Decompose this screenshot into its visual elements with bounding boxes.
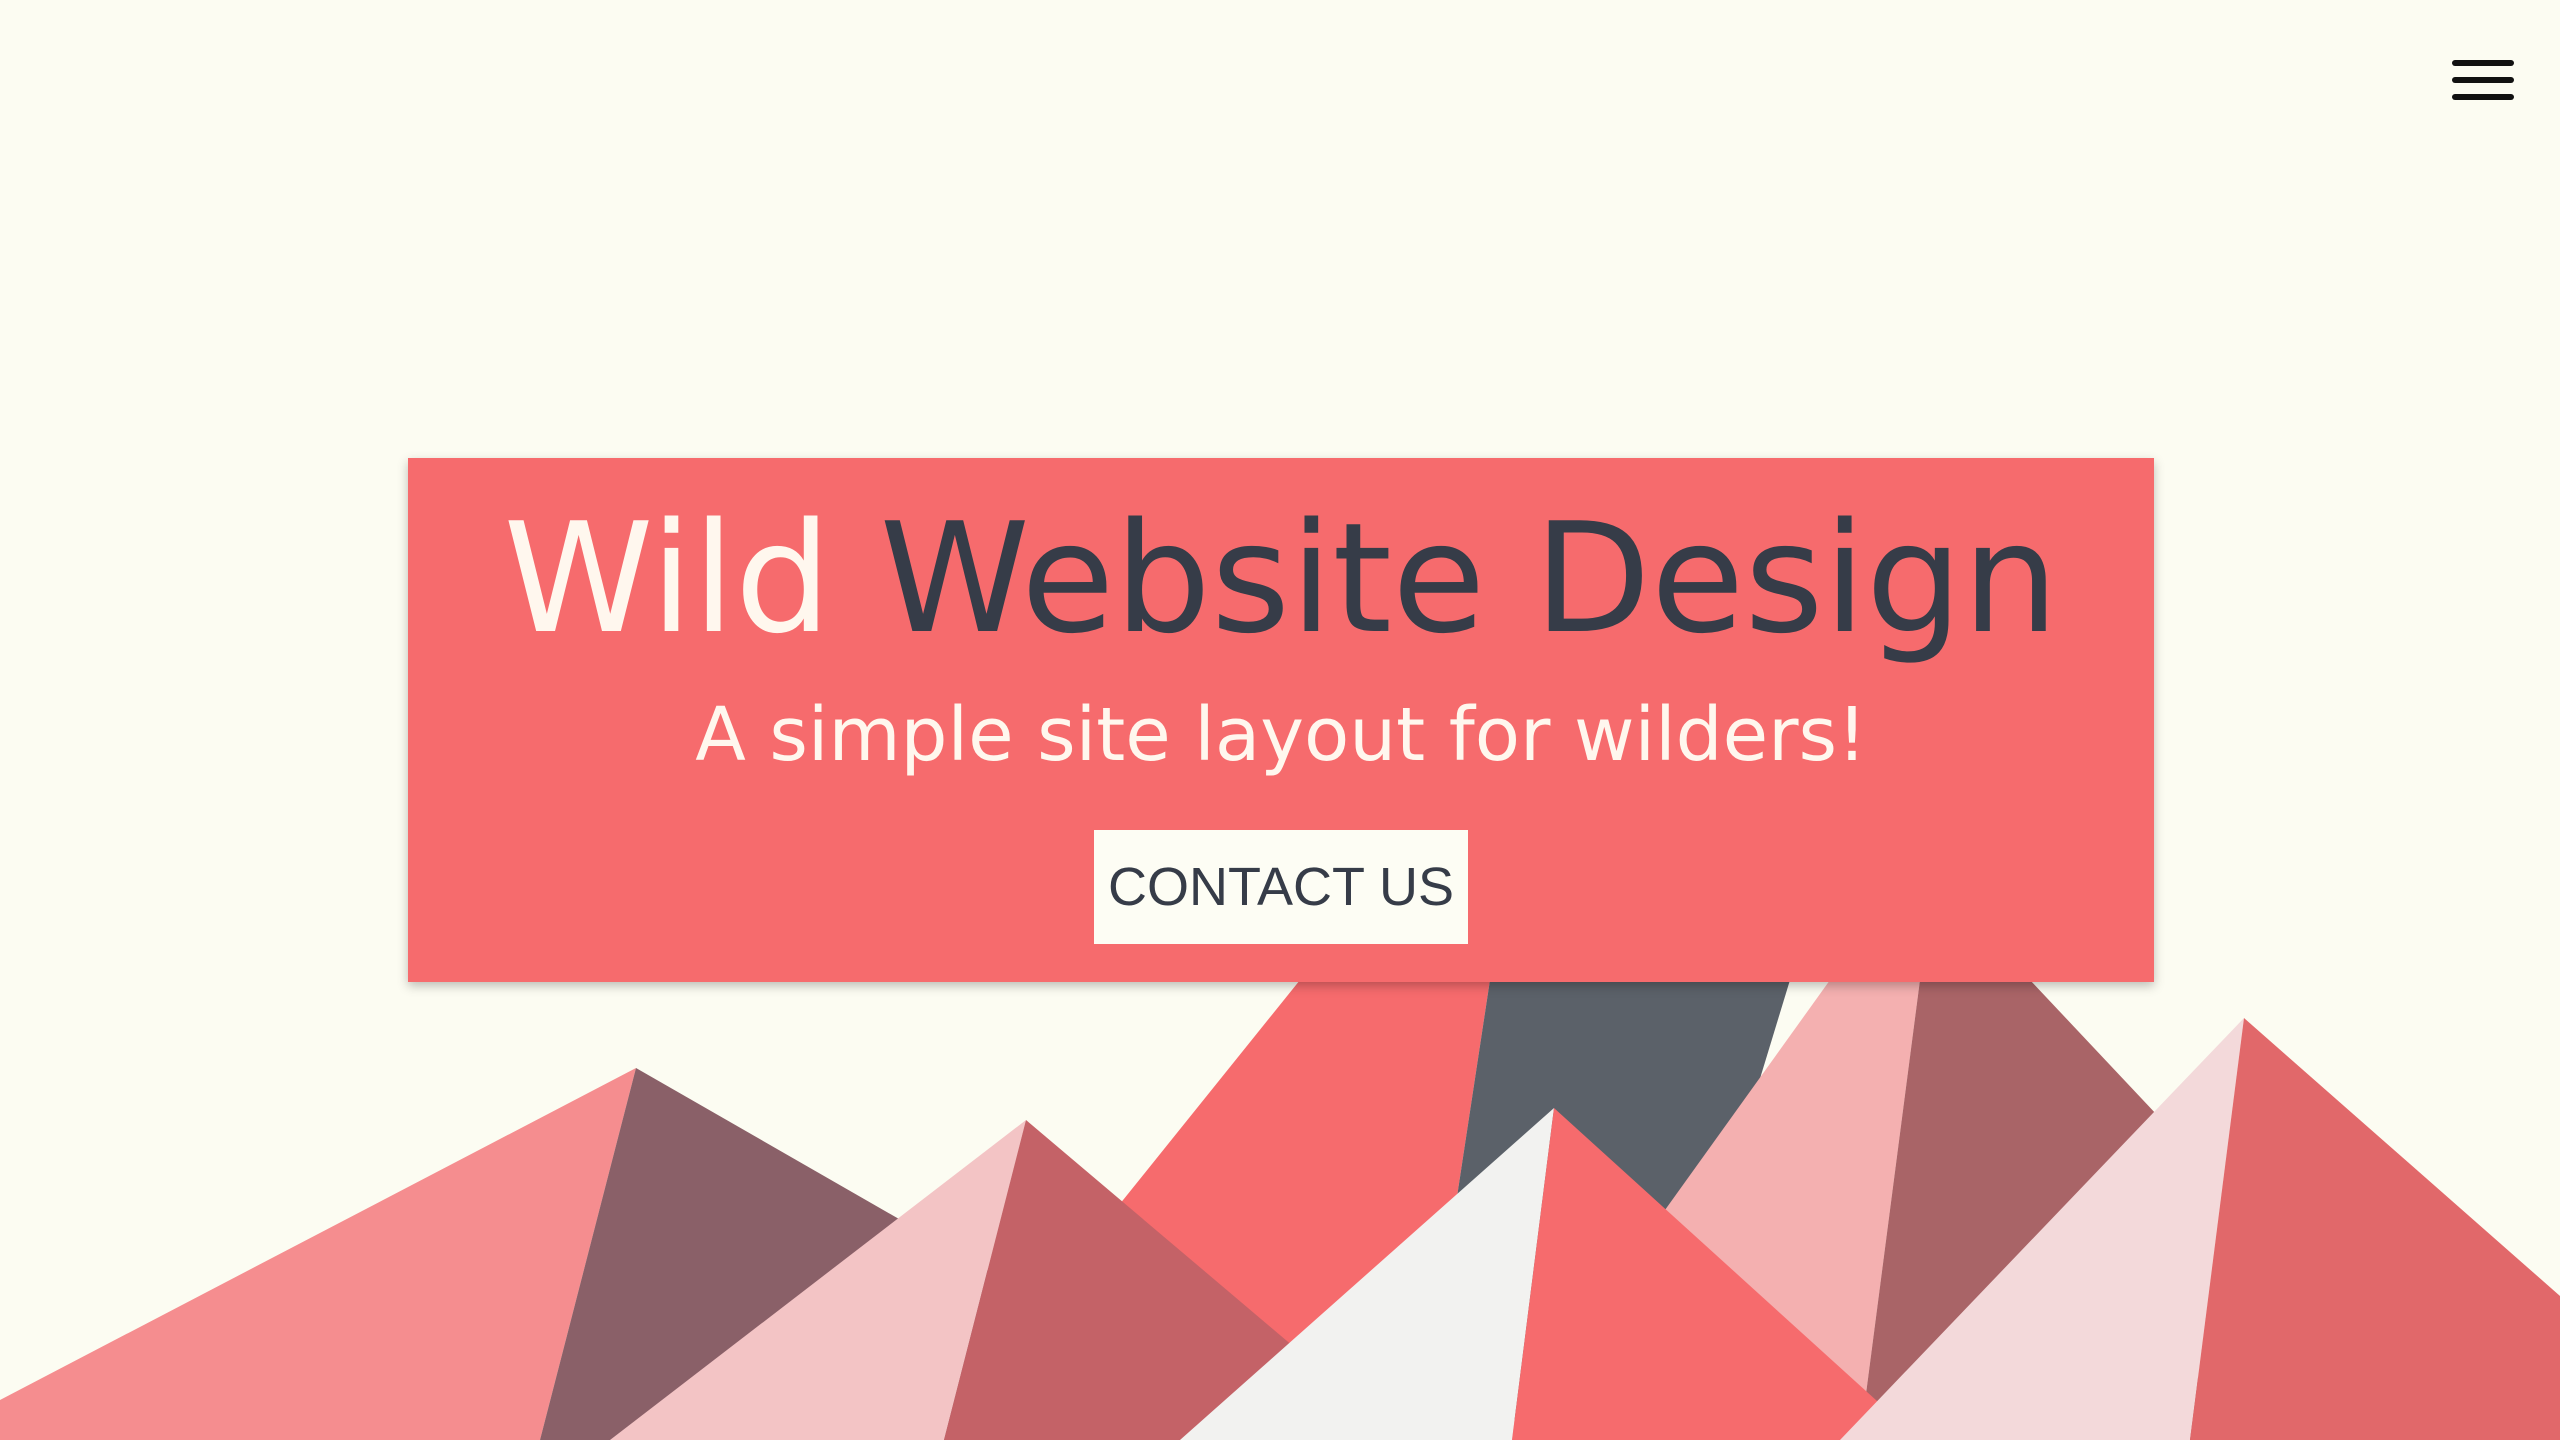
mountain-back-light-pink [1500,980,1920,1440]
menu-line-top [2452,60,2514,66]
mountain-center-coral [1512,1108,1920,1440]
mountain-back-coral [930,980,1490,1440]
mountain-center-white [1180,1108,1554,1440]
hero-title-rest: Website Design [879,490,2059,667]
mountain-right-pale [1840,1018,2244,1440]
hamburger-menu-icon[interactable] [2448,56,2518,110]
menu-line-middle [2452,77,2514,83]
mountain-back-dark [1420,980,1790,1440]
menu-line-bottom [2452,94,2514,100]
hero-title: Wild Website Design [408,490,2154,667]
mountain-back-rose [1860,980,2200,1440]
mountain-second-rose [944,1120,1300,1440]
page: Wild Website Design A simple site layout… [0,0,2560,1440]
mountain-right-coral [2190,1018,2560,1440]
mountain-left-brown [540,1068,1040,1440]
hero-card: Wild Website Design A simple site layout… [408,458,2154,982]
hero-subtitle: A simple site layout for wilders! [695,692,1867,778]
mountain-second-light [610,1120,1026,1440]
hero-title-first-word: Wild [503,490,832,667]
mountain-left-pink [0,1068,636,1440]
contact-us-button[interactable]: CONTACT US [1094,830,1468,944]
